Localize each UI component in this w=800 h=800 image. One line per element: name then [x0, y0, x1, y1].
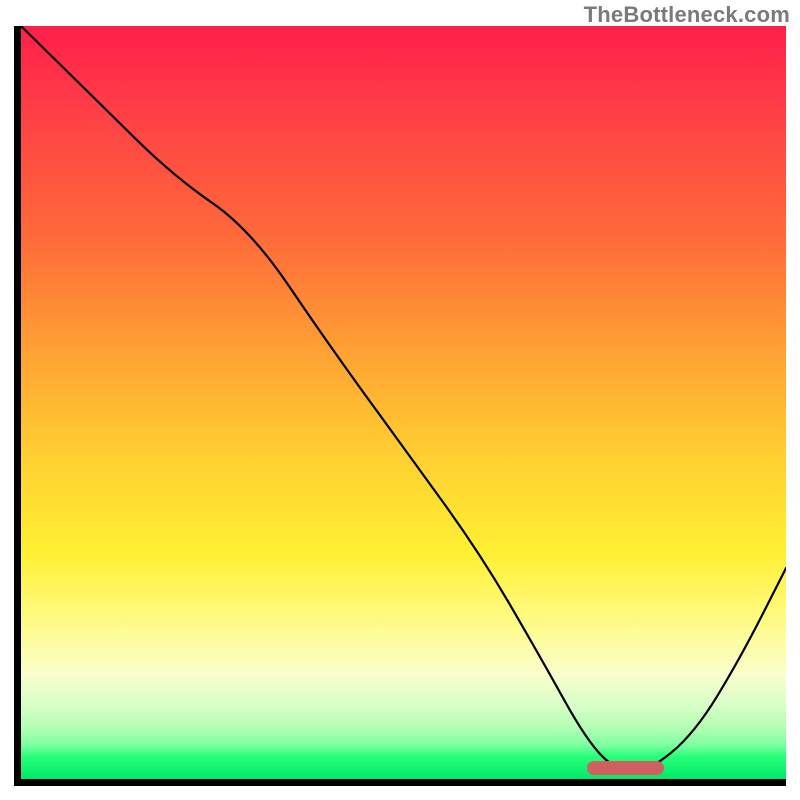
bottleneck-curve: [21, 26, 786, 779]
curve-path: [21, 26, 786, 771]
chart-container: TheBottleneck.com: [0, 0, 800, 800]
optimal-range-marker: [587, 761, 664, 775]
plot-area: [14, 26, 786, 786]
watermark-text: TheBottleneck.com: [584, 2, 790, 28]
